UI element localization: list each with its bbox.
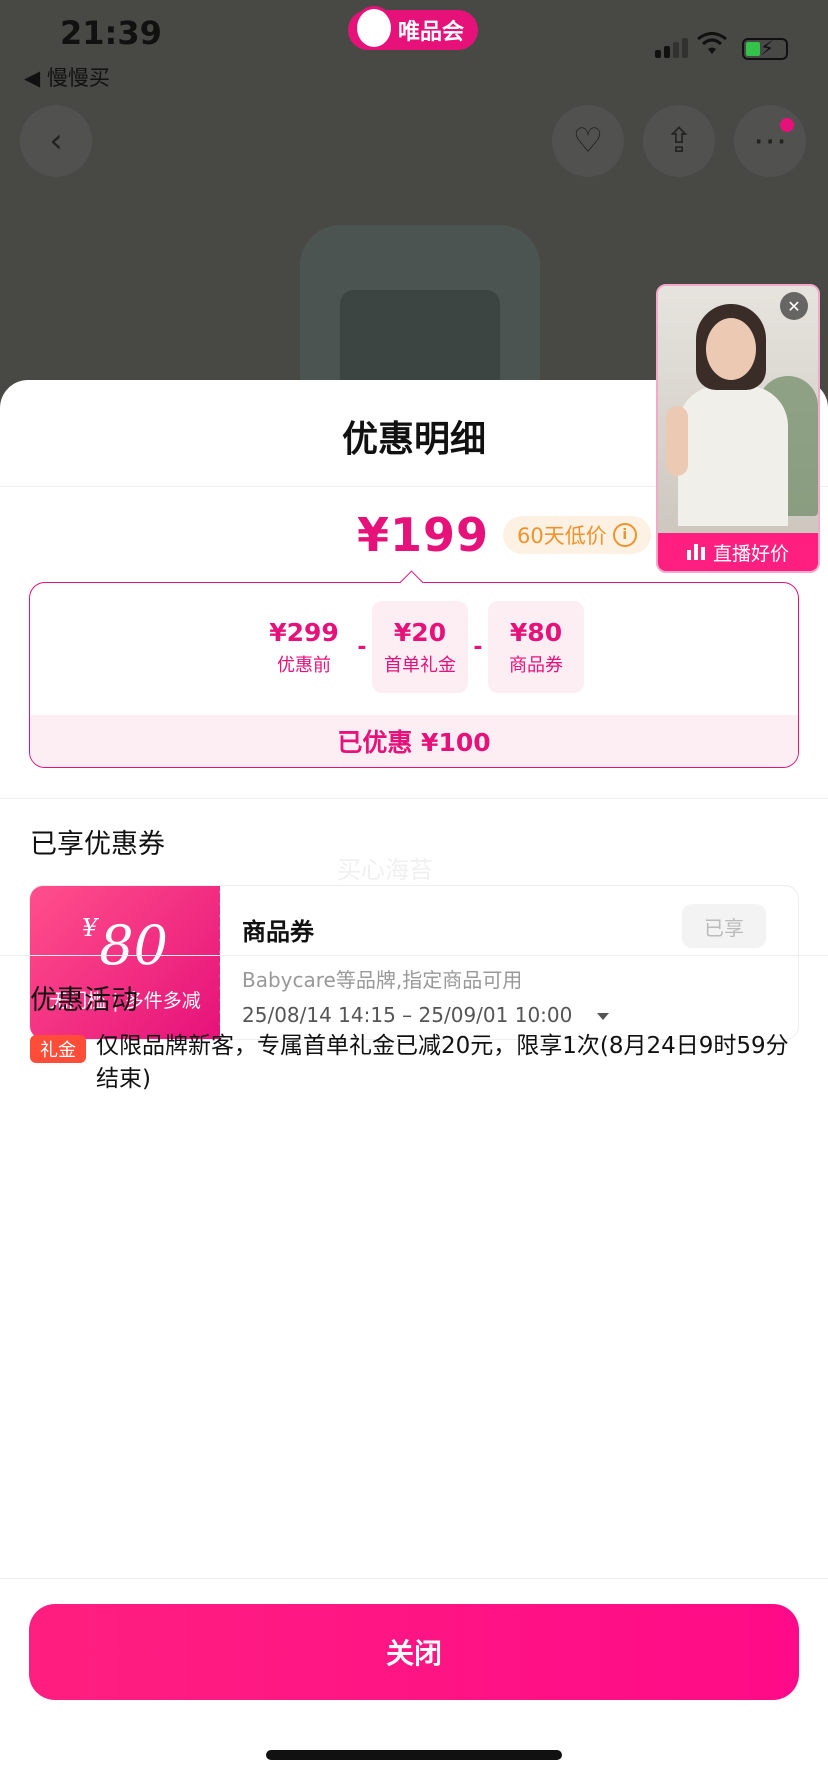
- back-icon: ‹: [49, 121, 63, 161]
- final-price-row: ¥199 60天低价 i: [357, 508, 651, 562]
- live-label[interactable]: 直播好价: [658, 533, 818, 571]
- section-divider: [0, 798, 828, 799]
- info-icon: i: [612, 523, 637, 547]
- close-button[interactable]: 关闭: [29, 1604, 799, 1700]
- coupon-used-badge: 已享: [682, 904, 766, 948]
- notification-dot: [780, 118, 794, 132]
- watermark: 买心海苔: [337, 856, 433, 884]
- final-price: ¥199: [357, 508, 490, 562]
- coupon-description: Babycare等品牌,指定商品可用: [242, 968, 523, 992]
- live-label-text: 直播好价: [712, 542, 789, 565]
- back-to-app-link[interactable]: ◀ 慢慢买: [24, 62, 110, 92]
- breakdown-label: 优惠前: [277, 654, 331, 676]
- battery-charging-icon: ⚡: [742, 36, 788, 60]
- price-breakdown-box: ¥299 优惠前 - ¥20 首单礼金 - ¥80 商品券 已优惠 ¥100: [29, 582, 799, 768]
- coupon-name: 商品券: [242, 918, 314, 946]
- promo-description: 仅限品牌新客，专属首单礼金已减20元，限享1次(8月24日9时59分结束): [96, 1033, 789, 1092]
- minus-operator: -: [473, 634, 483, 660]
- breakdown-original: ¥299 优惠前: [256, 601, 352, 693]
- breakdown-label: 首单礼金: [384, 654, 456, 676]
- breakdown-coupon: ¥80 商品券: [488, 601, 584, 693]
- cellular-signal-icon: [655, 38, 688, 58]
- coupon-validity[interactable]: 25/08/14 14:15 – 25/09/01 10:00: [242, 1003, 572, 1027]
- share-icon: ⇪: [664, 121, 694, 161]
- wifi-icon: [697, 30, 727, 63]
- breakdown-label: 商品券: [509, 654, 563, 676]
- brand-name: 唯品会: [397, 20, 464, 45]
- footer-divider: [0, 1578, 828, 1579]
- promo-section-title: 优惠活动: [30, 985, 138, 1016]
- coupon-card[interactable]: ¥80 无门槛 | 多件多减 商品券 已享 Babycare等品牌,指定商品可用…: [29, 885, 799, 1040]
- home-indicator[interactable]: [266, 1750, 562, 1760]
- coupon-amount-value: 80: [99, 914, 168, 977]
- coupon-currency: ¥: [82, 914, 98, 942]
- status-time: 21:39: [60, 14, 162, 52]
- coupon-amount: ¥80: [30, 914, 220, 977]
- breakdown-value: ¥20: [393, 617, 447, 647]
- coupons-section-title: 已享优惠券: [30, 829, 165, 860]
- more-button[interactable]: ⋯: [734, 105, 806, 177]
- live-stream-card[interactable]: ✕ 直播好价: [656, 284, 820, 573]
- favorite-button[interactable]: ♡: [552, 105, 624, 177]
- low-price-label: 60天低价: [517, 524, 607, 548]
- close-icon[interactable]: ✕: [780, 292, 808, 320]
- promo-tag: 礼金: [30, 1035, 86, 1063]
- price-breakdown-items: ¥299 优惠前 - ¥20 首单礼金 - ¥80 商品券: [256, 601, 584, 693]
- breakdown-value: ¥299: [269, 617, 339, 647]
- share-button[interactable]: ⇪: [643, 105, 715, 177]
- low-price-badge[interactable]: 60天低价 i: [503, 516, 651, 554]
- brand-badge: 唯品会: [348, 6, 478, 50]
- chevron-down-icon[interactable]: [597, 1013, 609, 1020]
- live-host-body: [678, 386, 788, 526]
- back-button[interactable]: ‹: [20, 105, 92, 177]
- section-divider: [0, 955, 828, 956]
- saved-total: 已优惠 ¥100: [30, 715, 798, 767]
- minus-operator: -: [357, 634, 367, 660]
- live-host-face: [706, 318, 756, 380]
- live-host-arm: [666, 406, 688, 476]
- discount-detail-sheet: 优惠明细 ¥199 60天低价 i ¥299 优惠前 - ¥20 首单礼金 - …: [0, 380, 828, 1792]
- heart-add-icon: ♡: [572, 121, 604, 161]
- coupon-perforation: [214, 886, 226, 1039]
- rabbit-logo-icon: [354, 6, 394, 50]
- breakdown-value: ¥80: [509, 617, 563, 647]
- breakdown-gift: ¥20 首单礼金: [372, 601, 468, 693]
- live-bars-icon: [686, 544, 705, 560]
